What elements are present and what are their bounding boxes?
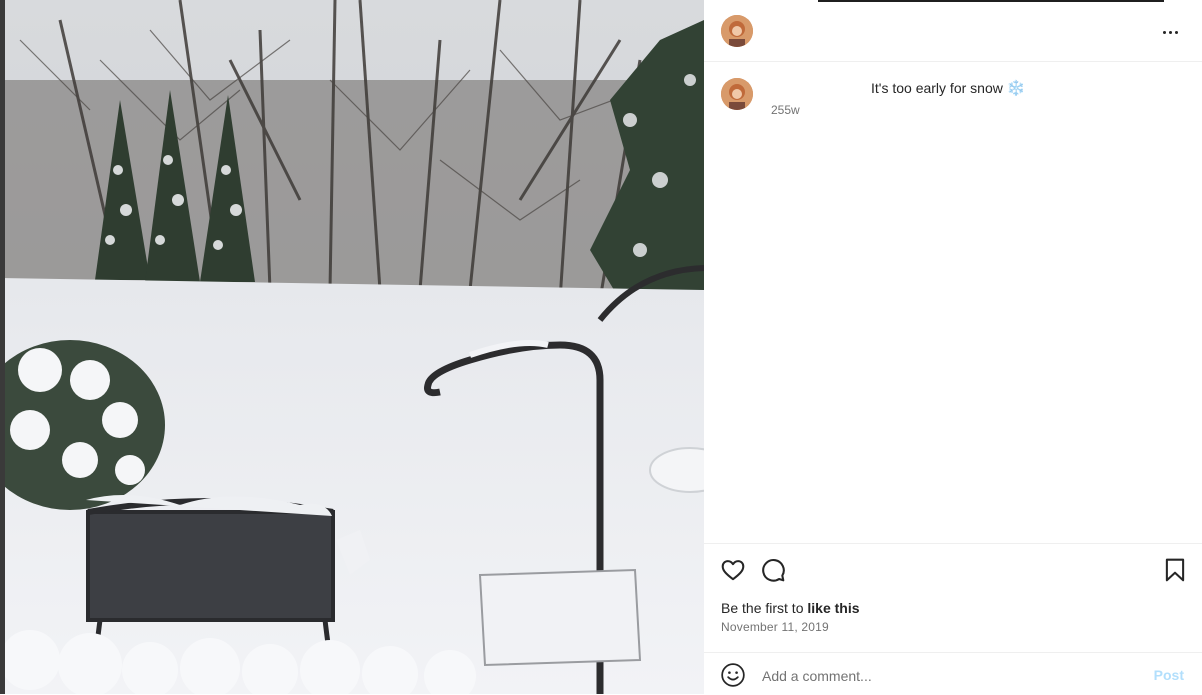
post-caption: It's too early for snow ❄️ — [871, 79, 1026, 97]
post-time-ago[interactable]: 255w — [771, 103, 800, 117]
comment-button[interactable] — [760, 557, 786, 583]
more-dot — [1174, 30, 1178, 34]
post-date[interactable]: November 11, 2019 — [721, 620, 829, 634]
post-header — [704, 0, 1202, 62]
photo-edge — [0, 0, 5, 694]
post-actions: Be the first to like this November 11, 2… — [704, 543, 1202, 694]
likes-prefix: Be the first to — [721, 600, 808, 616]
avatar-image — [721, 15, 753, 47]
comment-input[interactable] — [760, 662, 1124, 690]
comment-row: Post — [704, 652, 1202, 695]
emoji-button[interactable] — [720, 662, 746, 688]
post-detail-panel: It's too early for snow ❄️ 255w Be the fi… — [704, 0, 1202, 694]
more-options-icon — [1162, 30, 1166, 34]
caption-text: It's too early for snow — [871, 80, 1003, 96]
post-photo[interactable] — [0, 0, 704, 694]
more-dot — [1168, 30, 1172, 34]
comment-bubble-icon — [762, 559, 785, 582]
caption-avatar[interactable] — [721, 78, 753, 110]
snowflake-icon: ❄️ — [1006, 80, 1026, 97]
save-button[interactable] — [1162, 557, 1188, 583]
likes-summary: Be the first to like this — [721, 600, 860, 616]
author-avatar[interactable] — [721, 15, 753, 47]
snow-scene-image — [0, 0, 704, 694]
post-comment-button[interactable]: Post — [1154, 667, 1184, 683]
heart-icon — [721, 560, 745, 581]
avatar-image — [721, 78, 753, 110]
like-button[interactable] — [720, 557, 746, 583]
bookmark-icon — [1165, 558, 1185, 582]
more-options-button[interactable] — [1158, 20, 1182, 44]
like-this-link[interactable]: like this — [807, 600, 859, 616]
emoji-smile-icon — [721, 663, 745, 687]
